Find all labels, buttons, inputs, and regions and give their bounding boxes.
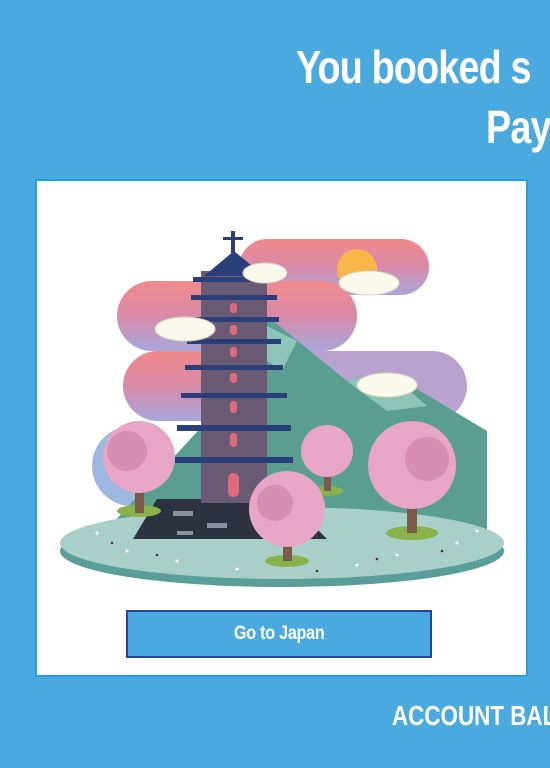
- account-balance-label: ACCOUNT BAL: [392, 700, 550, 731]
- go-to-japan-label: Go to Japan: [233, 623, 325, 644]
- japanese-pagoda-landscape-icon: [60, 231, 504, 587]
- payment-subhead: Pay: [486, 101, 550, 153]
- go-to-japan-button[interactable]: Go to Japan: [126, 610, 432, 658]
- booking-headline: You booked s: [296, 41, 531, 93]
- destination-card: Go to Japan: [35, 179, 528, 677]
